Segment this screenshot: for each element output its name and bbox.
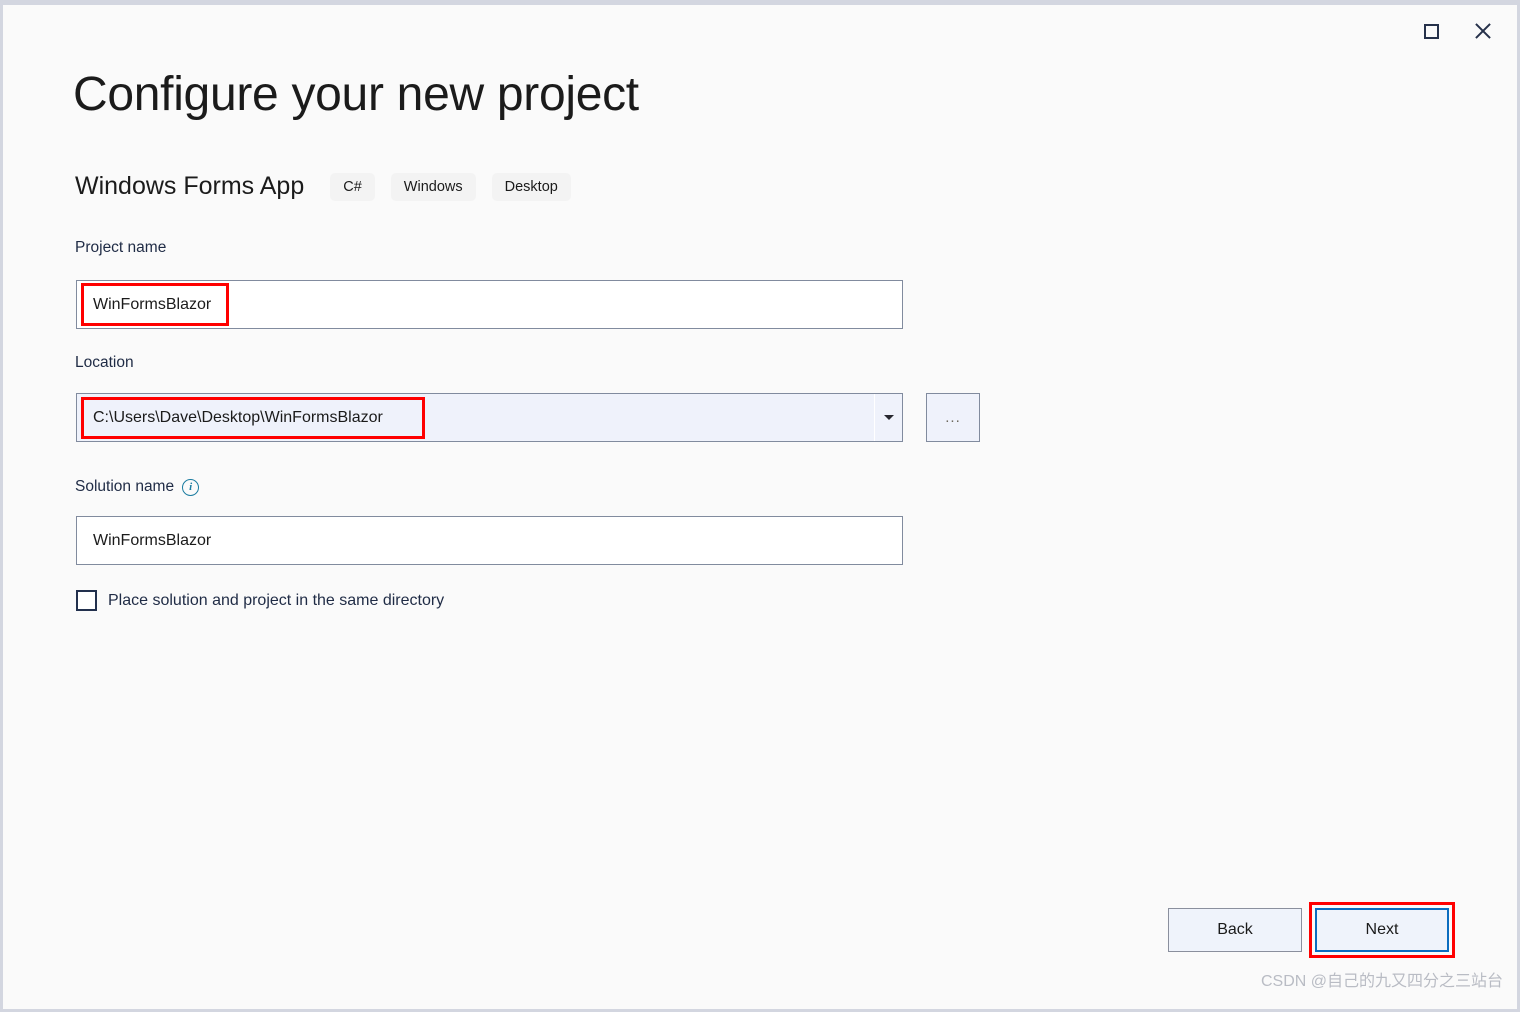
location-value: C:\Users\Dave\Desktop\WinFormsBlazor <box>93 408 383 426</box>
project-name-input[interactable]: WinFormsBlazor <box>76 280 903 329</box>
same-directory-checkbox-row[interactable]: Place solution and project in the same d… <box>76 590 444 611</box>
title-bar <box>3 5 1517 57</box>
solution-name-input[interactable]: WinFormsBlazor <box>76 516 903 565</box>
page-title: Configure your new project <box>73 68 639 121</box>
browse-location-button[interactable]: ... <box>926 393 980 442</box>
window-controls <box>1405 5 1509 57</box>
info-icon[interactable]: i <box>182 478 200 496</box>
same-directory-label: Place solution and project in the same d… <box>108 591 445 609</box>
tag-language: C# <box>330 172 375 201</box>
location-label: Location <box>75 354 134 371</box>
close-icon <box>1473 21 1493 41</box>
tag-platform: Windows <box>390 172 476 201</box>
back-button[interactable]: Back <box>1168 908 1302 952</box>
watermark: CSDN @自己的九又四分之三站台 <box>1260 973 1503 990</box>
solution-name-label-row: Solution name i <box>75 478 200 496</box>
chevron-down-icon <box>883 415 894 420</box>
next-button[interactable]: Next <box>1315 908 1449 952</box>
solution-name-label: Solution name <box>75 478 175 495</box>
maximize-icon <box>1423 23 1439 39</box>
close-button[interactable] <box>1457 9 1509 53</box>
location-dropdown-button[interactable] <box>874 394 902 441</box>
location-combobox[interactable]: C:\Users\Dave\Desktop\WinFormsBlazor <box>76 393 903 442</box>
tag-project-type: Desktop <box>491 172 571 201</box>
template-name: Windows Forms App <box>75 172 305 200</box>
maximize-button[interactable] <box>1405 9 1457 53</box>
configure-project-dialog: Configure your new project Windows Forms… <box>0 0 1520 1012</box>
same-directory-checkbox[interactable] <box>76 590 97 611</box>
template-summary: Windows Forms App C# Windows Desktop <box>75 172 571 201</box>
project-name-label: Project name <box>75 239 167 256</box>
